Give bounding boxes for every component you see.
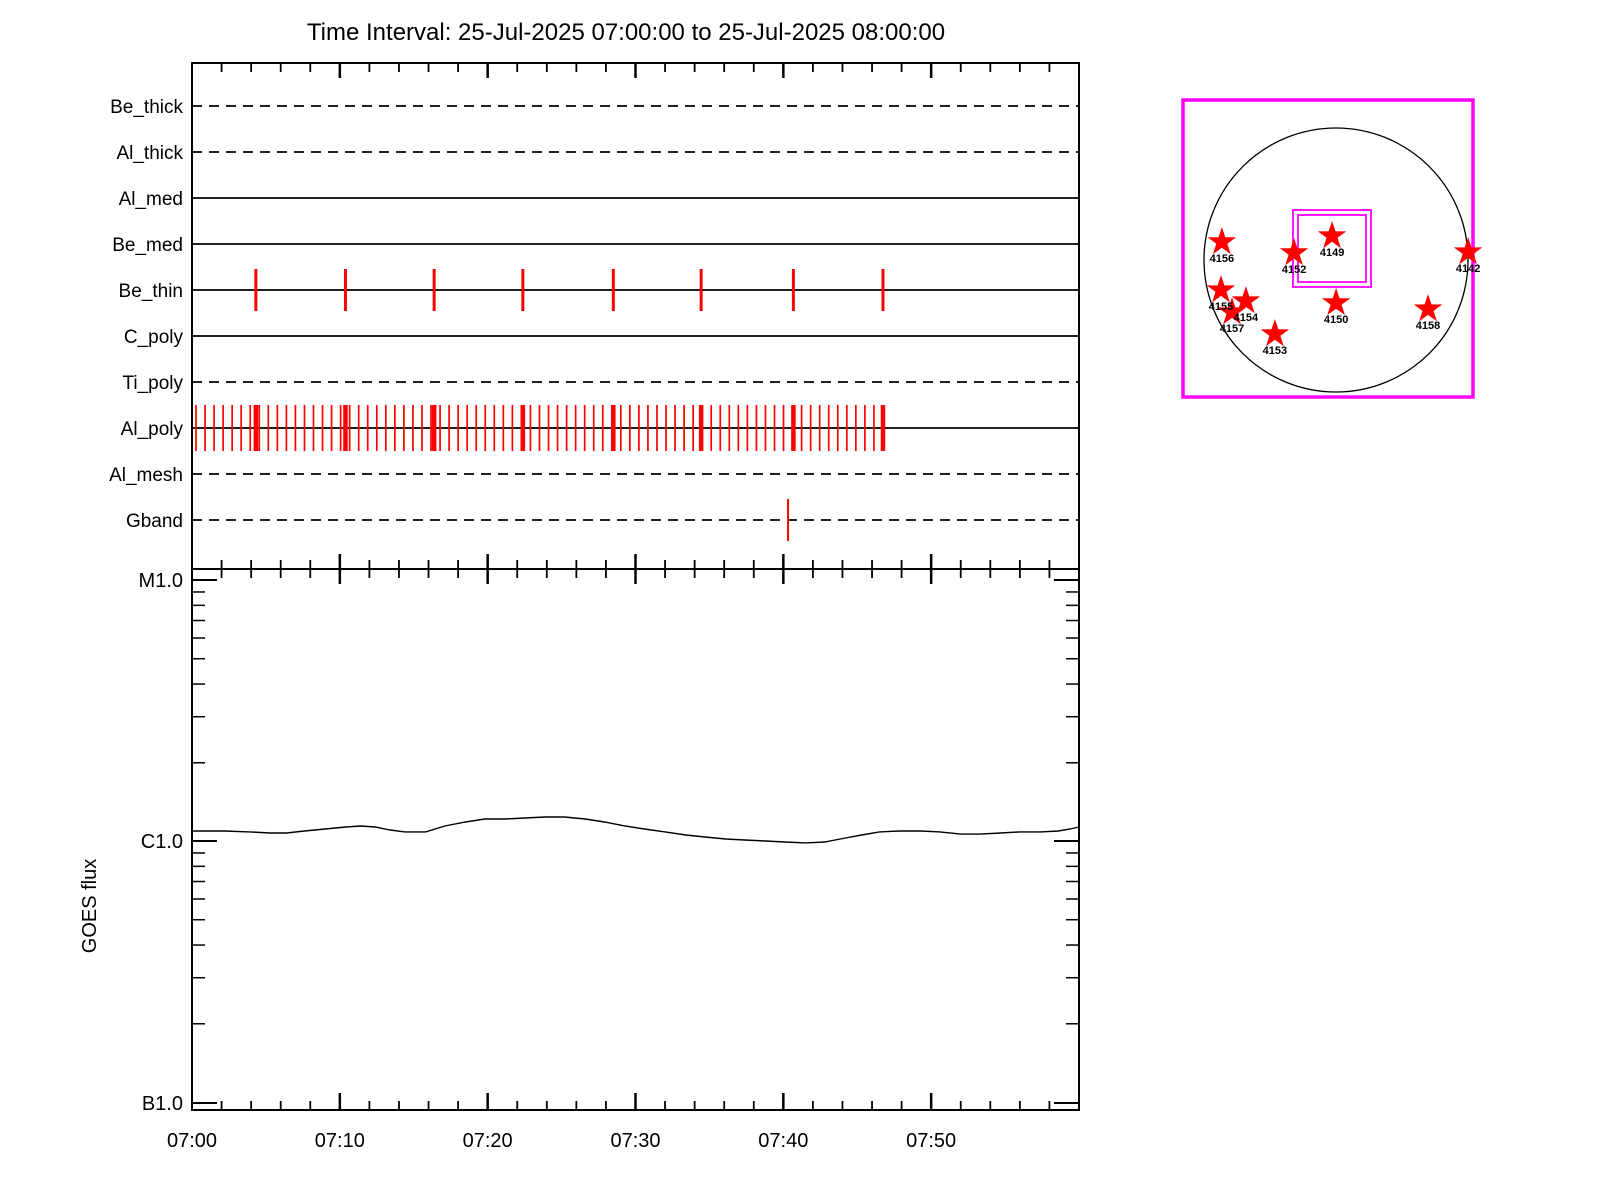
time-axis-label: 07:20 <box>463 1130 513 1152</box>
chart-title: Time Interval: 25-Jul-2025 07:00:00 to 2… <box>307 19 945 46</box>
active-region-label: 4152 <box>1282 264 1306 276</box>
channel-label: Be_thick <box>110 97 183 118</box>
flux-axis-label: C1.0 <box>141 831 183 853</box>
goes-flux-curve <box>192 816 1080 844</box>
active-region-star <box>1317 221 1347 249</box>
active-region-label: 4156 <box>1210 253 1234 265</box>
time-axis-label: 07:40 <box>758 1130 808 1152</box>
active-region-label: 4150 <box>1324 314 1348 326</box>
flux-axis-label: M1.0 <box>139 570 183 592</box>
channel-label: Ti_poly <box>122 373 183 394</box>
channel-label: Al_thick <box>116 143 183 164</box>
goes-flux-ylabel: GOES flux <box>79 859 101 953</box>
goes-panel-frame <box>191 568 1080 1111</box>
active-region-label: 4155 <box>1209 301 1233 313</box>
time-axis-label: 07:00 <box>167 1130 217 1152</box>
observation-plot: Time Interval: 25-Jul-2025 07:00:00 to 2… <box>79 19 1483 1152</box>
channel-label: C_poly <box>124 327 184 348</box>
active-region-star <box>1207 227 1237 255</box>
active-region-star <box>1321 287 1351 315</box>
time-axis-label: 07:10 <box>315 1130 365 1152</box>
active-region-star <box>1413 294 1443 322</box>
active-region-star <box>1260 319 1290 347</box>
flux-axis-label: B1.0 <box>142 1093 183 1115</box>
active-region-label: 4157 <box>1220 323 1244 335</box>
channel-label: Al_med <box>119 189 183 210</box>
plot-stage: Time Interval: 25-Jul-2025 07:00:00 to 2… <box>0 0 1600 1200</box>
active-region-star <box>1279 238 1309 266</box>
active-region-label: 4149 <box>1320 247 1344 259</box>
channel-label: Gband <box>126 511 183 532</box>
active-region-label: 4158 <box>1416 320 1440 332</box>
active-region-label: 4142 <box>1456 263 1480 275</box>
active-region-star <box>1206 275 1236 303</box>
active-region-label: 4154 <box>1234 312 1259 324</box>
channel-label: Be_med <box>112 235 183 256</box>
time-axis-label: 07:50 <box>906 1130 956 1152</box>
timeline-panel-frame <box>191 62 1080 570</box>
active-region-label: 4153 <box>1263 345 1287 357</box>
solar-disk <box>1203 127 1469 393</box>
time-axis-label: 07:30 <box>610 1130 660 1152</box>
channel-label: Al_poly <box>121 419 184 440</box>
channel-label: Be_thin <box>119 281 183 302</box>
channel-label: Al_mesh <box>109 465 183 486</box>
